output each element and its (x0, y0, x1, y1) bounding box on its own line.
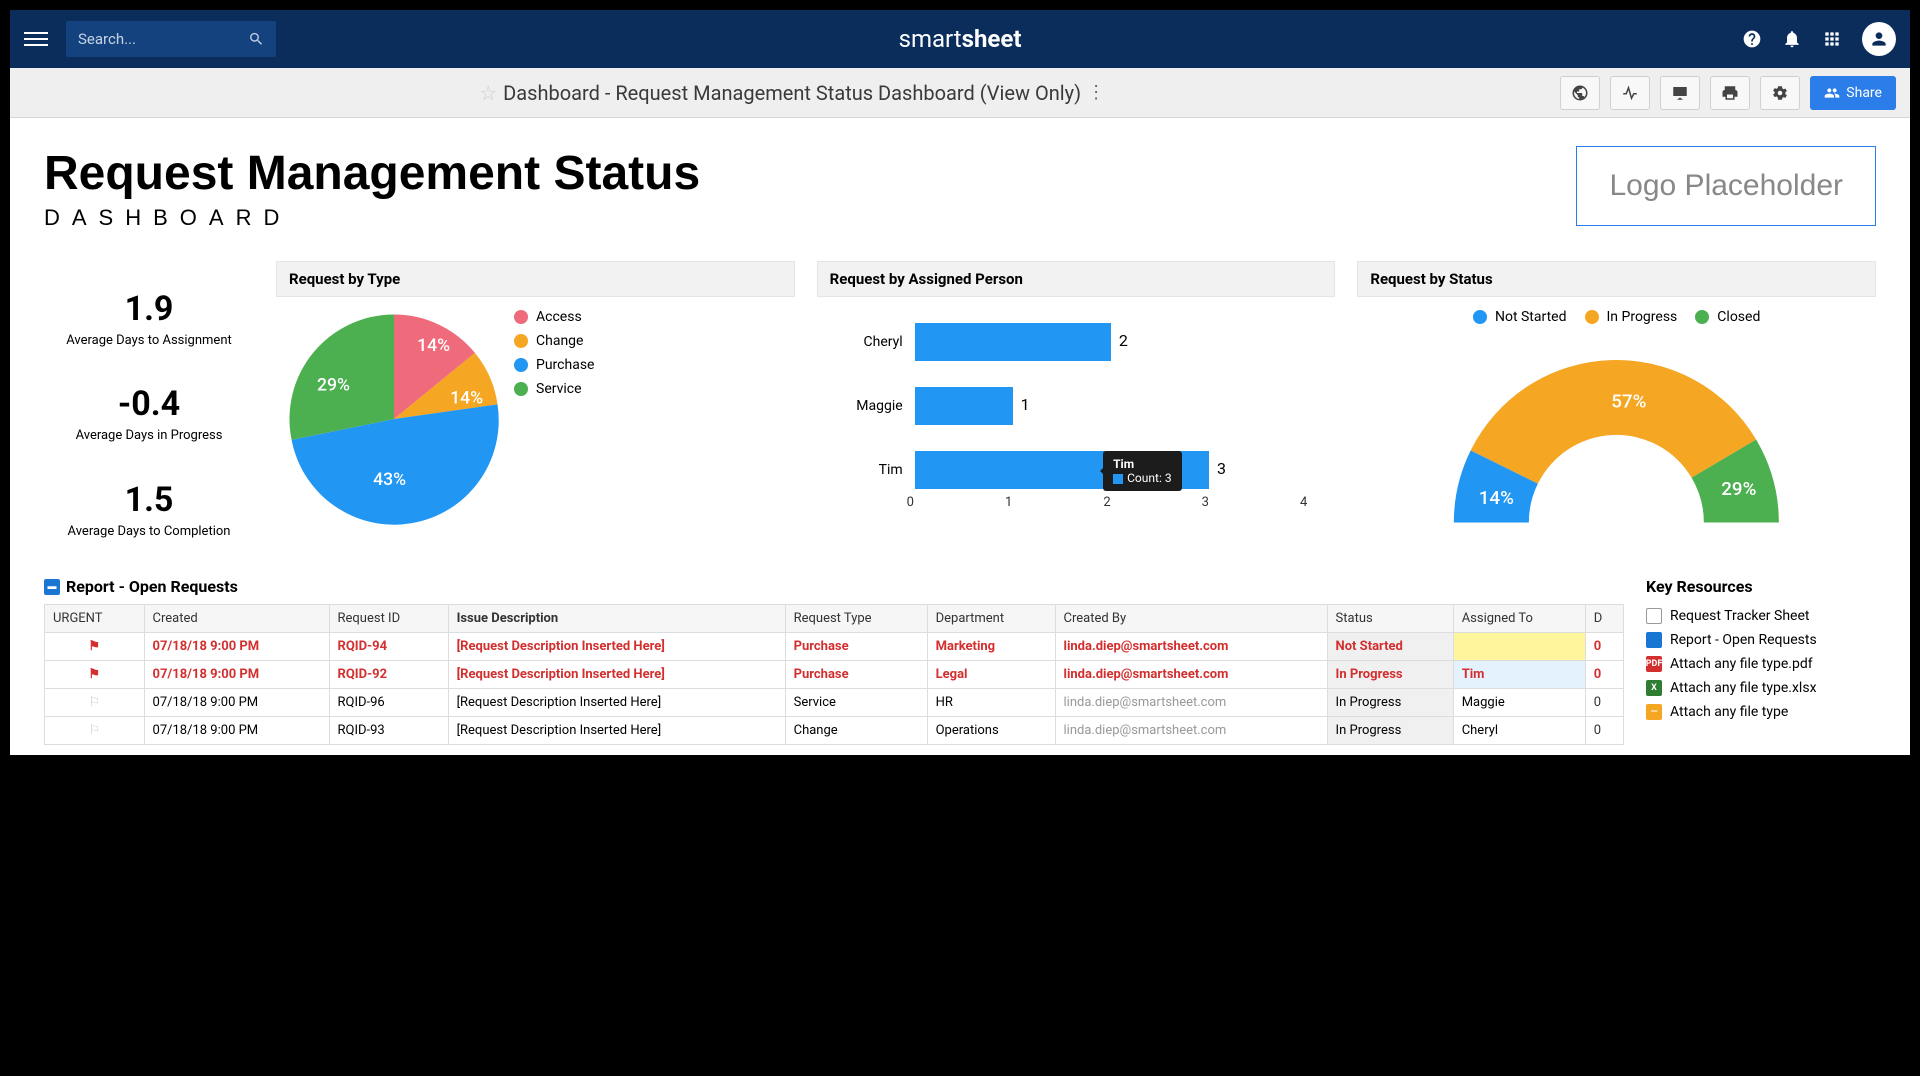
bell-icon[interactable] (1782, 29, 1802, 49)
dashboard-subtitle: DASHBOARD (44, 205, 700, 231)
resources-section: Key Resources Request Tracker SheetRepor… (1646, 573, 1876, 745)
pie-legend: Access Change Purchase Service (514, 309, 594, 555)
search-icon (248, 30, 264, 48)
metrics-column: 1.9Average Days to Assignment -0.4Averag… (44, 261, 254, 567)
panel-assigned-person: Request by Assigned Person Cheryl2 Maggi… (817, 261, 1336, 567)
dashboard-title: Request Management Status (44, 146, 700, 201)
chart-tooltip: TimCount: 3 (1103, 451, 1181, 491)
svg-text:43%: 43% (373, 470, 406, 490)
share-button[interactable]: Share (1810, 76, 1896, 110)
user-avatar[interactable] (1862, 22, 1896, 56)
table-row[interactable]: ⚐07/18/18 9:00 PMRQID-96[Request Descrip… (45, 689, 1624, 717)
settings-button[interactable] (1760, 76, 1800, 110)
brand-logo: smartsheet (899, 25, 1022, 53)
report-icon: ▬ (44, 579, 60, 595)
svg-text:14%: 14% (450, 389, 483, 409)
svg-text:14%: 14% (1479, 487, 1514, 509)
panel-request-status: Request by Status Not Started In Progres… (1357, 261, 1876, 567)
panel-request-type: Request by Type 14% 14% 43% 29% (276, 261, 795, 567)
top-bar: smartsheet (10, 10, 1910, 68)
search-box[interactable] (66, 21, 276, 57)
metric-progress: -0.4Average Days in Progress (44, 384, 254, 443)
table-row[interactable]: ⚐07/18/18 9:00 PMRQID-93[Request Descrip… (45, 717, 1624, 745)
resource-item[interactable]: Request Tracker Sheet (1646, 608, 1876, 624)
bar-chart[interactable]: Cheryl2 Maggie1 Tim3 TimCount: 3 (825, 309, 1328, 489)
resource-item[interactable]: —Attach any file type (1646, 704, 1876, 720)
metric-assignment: 1.9Average Days to Assignment (44, 289, 254, 348)
page-title: Dashboard - Request Management Status Da… (503, 81, 1081, 105)
help-icon[interactable] (1742, 29, 1762, 49)
more-icon[interactable]: ⋮ (1087, 82, 1105, 103)
donut-chart[interactable]: 14% 57% 29% (1365, 335, 1868, 535)
print-button[interactable] (1710, 76, 1750, 110)
svg-text:29%: 29% (1722, 478, 1757, 500)
resource-item[interactable]: XAttach any file type.xlsx (1646, 680, 1876, 696)
pie-chart[interactable]: 14% 14% 43% 29% (284, 309, 504, 529)
logo-placeholder: Logo Placeholder (1576, 146, 1876, 226)
globe-button[interactable] (1560, 76, 1600, 110)
resource-item[interactable]: PDFAttach any file type.pdf (1646, 656, 1876, 672)
activity-button[interactable] (1610, 76, 1650, 110)
table-row[interactable]: ⚑07/18/18 9:00 PMRQID-94[Request Descrip… (45, 633, 1624, 661)
svg-text:57%: 57% (1612, 391, 1647, 413)
svg-text:14%: 14% (417, 336, 450, 356)
resource-item[interactable]: Report - Open Requests (1646, 632, 1876, 648)
table-row[interactable]: ⚑07/18/18 9:00 PMRQID-92[Request Descrip… (45, 661, 1624, 689)
star-icon[interactable]: ☆ (479, 81, 497, 105)
toolbar: ☆ Dashboard - Request Management Status … (10, 68, 1910, 118)
menu-icon[interactable] (24, 28, 48, 50)
svg-text:29%: 29% (317, 375, 350, 395)
present-button[interactable] (1660, 76, 1700, 110)
donut-legend: Not Started In Progress Closed (1365, 309, 1868, 325)
apps-icon[interactable] (1822, 29, 1842, 49)
search-input[interactable] (78, 30, 248, 48)
report-section: ▬Report - Open Requests URGENTCreatedReq… (44, 573, 1624, 745)
metric-completion: 1.5Average Days to Completion (44, 480, 254, 539)
report-table[interactable]: URGENTCreatedRequest IDIssue Description… (44, 604, 1624, 745)
